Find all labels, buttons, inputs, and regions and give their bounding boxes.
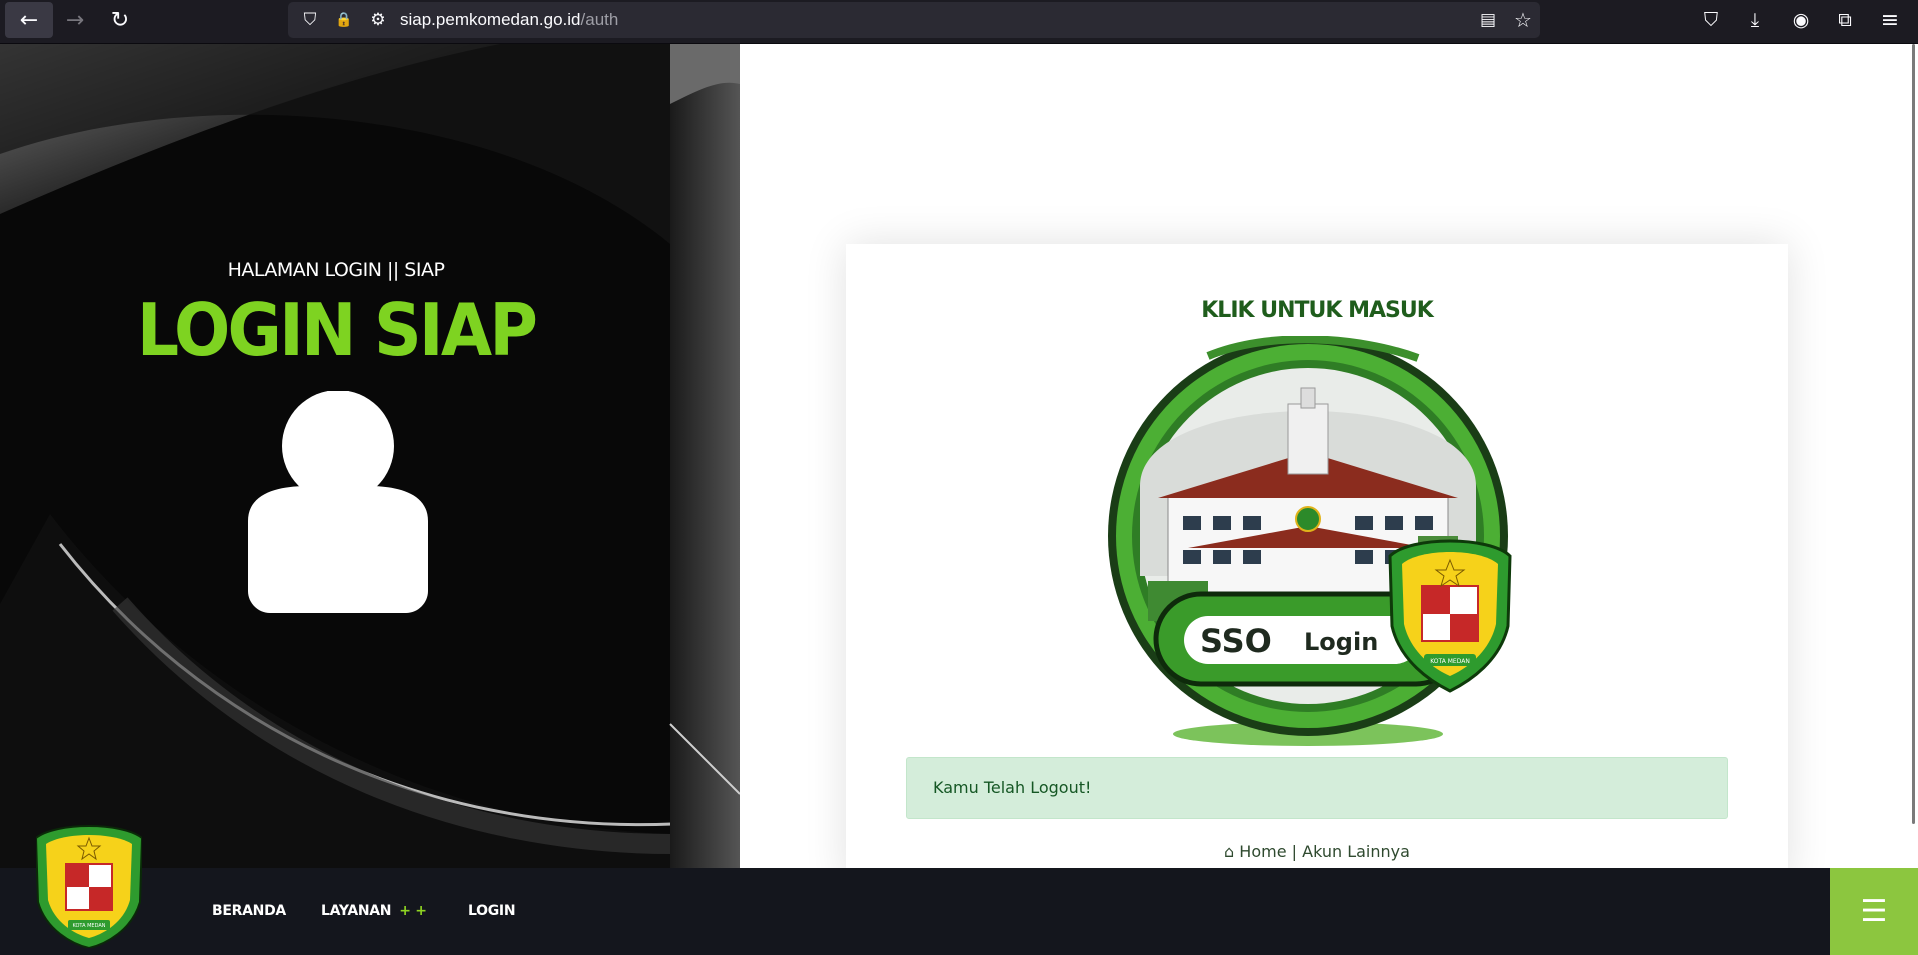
extensions-icon[interactable]: ⧉ — [1825, 2, 1865, 38]
nav-beranda[interactable]: BERANDA — [212, 868, 286, 955]
pocket-icon[interactable]: ⛉ — [1691, 2, 1731, 38]
logo-label: KOTA MEDAN — [72, 923, 105, 929]
user-avatar-icon — [248, 391, 428, 613]
page-scrollbar[interactable] — [1912, 44, 1915, 824]
hero-title: LOGIN SIAP — [136, 288, 538, 372]
home-icon[interactable]: ⌂ — [1224, 842, 1234, 861]
permissions-icon[interactable]: ⚙ — [364, 2, 392, 38]
card-title: KLIK UNTUK MASUK — [1201, 298, 1434, 323]
lock-icon[interactable]: 🔒 — [330, 2, 358, 38]
footer-links: ⌂ Home | Akun Lainnya — [846, 842, 1788, 861]
nav-login[interactable]: LOGIN — [468, 868, 516, 955]
arrow-right-icon: → — [65, 7, 85, 33]
forward-button[interactable]: → — [51, 2, 99, 38]
logout-alert: Kamu Telah Logout! — [906, 757, 1728, 819]
login-card: KLIK UNTUK MASUK SSO Login KOTA MEDAN Ka… — [846, 244, 1788, 884]
hero-panel: HALAMAN LOGIN || SIAP LOGIN SIAP — [0, 44, 740, 868]
back-button[interactable]: ← — [5, 2, 53, 38]
hero-subtitle: HALAMAN LOGIN || SIAP — [227, 259, 445, 281]
hamburger-icon: ☰ — [1860, 894, 1888, 929]
other-accounts-link[interactable]: Akun Lainnya — [1302, 842, 1410, 861]
login-word: Login — [1304, 628, 1378, 656]
reload-icon: ↻ — [110, 7, 130, 33]
plus-icon: + + — [399, 903, 427, 919]
sso-word: SSO — [1200, 622, 1272, 660]
seal-label: KOTA MEDAN — [1430, 658, 1470, 665]
account-icon[interactable]: ◉ — [1781, 2, 1821, 38]
arrow-left-icon: ← — [19, 7, 39, 33]
app-menu-icon[interactable]: ≡ — [1870, 2, 1910, 38]
kota-medan-logo-icon[interactable]: KOTA MEDAN — [36, 822, 142, 948]
nav-layanan[interactable]: LAYANAN + + — [321, 868, 427, 955]
link-separator: | — [1291, 842, 1298, 861]
address-bar[interactable]: ⛉ 🔒 ⚙ siap.pemkomedan.go.id/auth ▤ ☆ — [288, 2, 1540, 38]
url-text[interactable]: siap.pemkomedan.go.id/auth — [400, 2, 618, 38]
bottom-navbar: BERANDA LAYANAN + + LOGIN ☰ — [0, 868, 1918, 955]
browser-toolbar: ← → ↻ ⛉ 🔒 ⚙ siap.pemkomedan.go.id/auth ▤… — [0, 0, 1918, 44]
reader-view-icon[interactable]: ▤ — [1474, 2, 1502, 38]
download-icon[interactable]: ⤓ — [1735, 2, 1775, 38]
sso-login-button[interactable]: SSO Login KOTA MEDAN — [1108, 336, 1528, 756]
bookmark-star-icon[interactable]: ☆ — [1509, 2, 1537, 38]
hamburger-menu-button[interactable]: ☰ — [1830, 868, 1918, 955]
reload-button[interactable]: ↻ — [96, 2, 144, 38]
shield-icon[interactable]: ⛉ — [296, 2, 324, 38]
home-link[interactable]: Home — [1239, 842, 1286, 861]
